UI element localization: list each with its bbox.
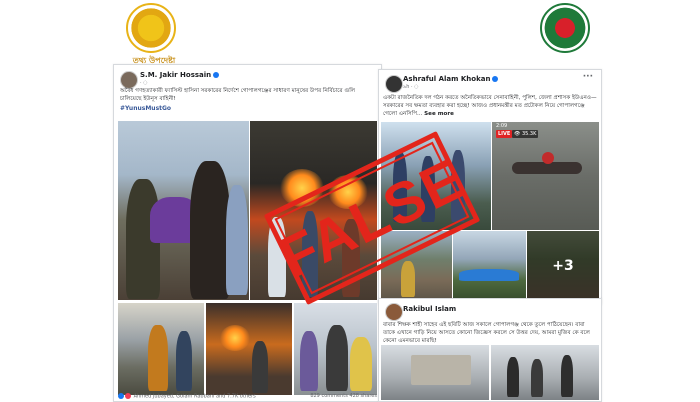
see-more-link[interactable]: See more bbox=[424, 111, 454, 117]
post-meta: · ◌ bbox=[140, 80, 148, 86]
reactions-summary[interactable]: Ahmed Jubayed, Golam Rabbani and 7.7K ot… bbox=[118, 393, 256, 400]
post-author[interactable]: Ashraful Alam Khokan bbox=[403, 75, 499, 83]
post-text: অবৈধ গণহত্যাকারী ফ্যাসিস্ট হাসিনা সরকারে… bbox=[120, 88, 356, 102]
reactions-text[interactable]: Ahmed Jubayed, Golam Rabbani and 7.7K ot… bbox=[134, 394, 256, 400]
post-text: বাবার শিক্ষক শাহী সাহেব এই ছবিটি আজ সকাল… bbox=[383, 322, 590, 344]
post-photo-5[interactable] bbox=[294, 303, 377, 395]
avatar[interactable] bbox=[385, 303, 403, 321]
hashtag-link[interactable]: #YunusMustGo bbox=[120, 105, 171, 112]
post-meta: ৯h · ◌ bbox=[403, 84, 419, 90]
more-photos-overlay[interactable]: +3 bbox=[527, 231, 599, 301]
post-photo-1[interactable] bbox=[381, 345, 489, 400]
more-options-icon[interactable]: ··· bbox=[583, 72, 593, 82]
author-name[interactable]: S.M. Jakir Hossain bbox=[140, 71, 211, 79]
post-photo-3[interactable] bbox=[118, 303, 204, 395]
post-photo-4[interactable] bbox=[206, 303, 292, 395]
video-thumbnail[interactable]: 2:09 LIVE 👁 35.3K bbox=[492, 122, 599, 230]
post-photo-2[interactable] bbox=[491, 345, 599, 400]
live-badge: LIVE bbox=[496, 130, 513, 138]
government-emblem-logo: তথ্য উপদেষ্টা bbox=[126, 3, 176, 65]
post-author[interactable]: Rakibul Islam bbox=[403, 305, 456, 313]
post-photo-4[interactable] bbox=[453, 231, 526, 301]
video-duration: 2:09 bbox=[496, 123, 508, 129]
post-photo-5[interactable]: +3 bbox=[527, 231, 599, 301]
verified-badge-icon bbox=[492, 76, 499, 82]
like-icon bbox=[118, 393, 124, 399]
post-author[interactable]: S.M. Jakir Hossain bbox=[140, 71, 220, 79]
facebook-post-3: Rakibul Islam বাবার শিক্ষক শাহী সাহেব এই… bbox=[378, 298, 602, 402]
verified-badge-icon bbox=[213, 72, 220, 78]
bangladesh-government-seal-logo bbox=[540, 3, 590, 53]
viewer-count-value: 35.3K bbox=[521, 131, 537, 137]
avatar[interactable] bbox=[385, 75, 403, 93]
comment-share-counts[interactable]: 829 comments 428 shares bbox=[310, 393, 377, 399]
viewer-count: 👁 35.3K bbox=[512, 130, 539, 138]
author-name[interactable]: Ashraful Alam Khokan bbox=[403, 75, 490, 83]
post-photo-1[interactable] bbox=[118, 121, 249, 300]
post-text: একটা রাজনৈতিক দল গঠন করতে অনৈতিকভাবে সেন… bbox=[383, 94, 597, 118]
love-icon bbox=[125, 393, 131, 399]
post-text-body: একটা রাজনৈতিক দল গঠন করতে অনৈতিকভাবে সেন… bbox=[383, 95, 597, 117]
